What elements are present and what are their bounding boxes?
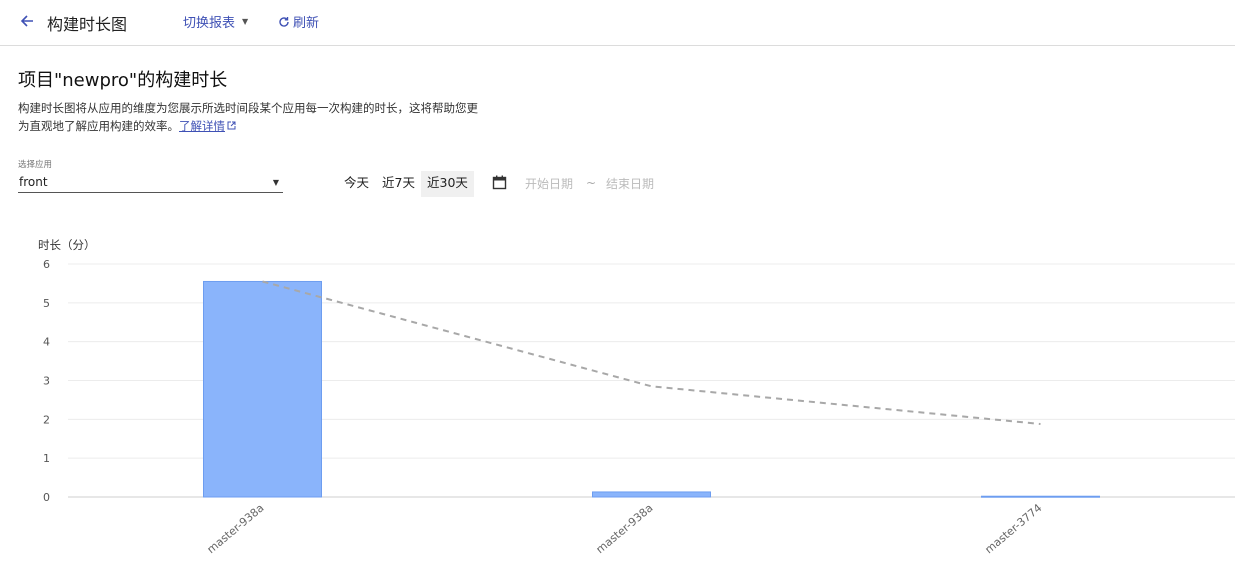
refresh-label: 刷新 bbox=[293, 16, 320, 31]
description-text: 构建时长图将从应用的维度为您展示所选时间段某个应用每一次构建的时长，这将帮助您更… bbox=[18, 101, 478, 133]
external-link-icon bbox=[227, 121, 236, 130]
start-date-input[interactable]: 开始日期 bbox=[525, 175, 573, 192]
bar bbox=[592, 491, 711, 498]
select-app-label: 选择应用 bbox=[18, 160, 53, 170]
caret-down-icon: ▼ bbox=[242, 17, 249, 26]
y-axis-label: 时长（分） bbox=[38, 238, 96, 252]
caret-down-icon: ▼ bbox=[272, 178, 279, 187]
end-date-input[interactable]: 结束日期 bbox=[606, 175, 654, 192]
description: 构建时长图将从应用的维度为您展示所选时间段某个应用每一次构建的时长，这将帮助您更… bbox=[18, 99, 488, 135]
refresh-button[interactable]: 刷新 bbox=[278, 12, 319, 31]
y-tick-label: 6 bbox=[43, 258, 50, 271]
range-7days-button[interactable]: 近7天 bbox=[376, 171, 421, 197]
y-tick-label: 4 bbox=[43, 336, 50, 349]
page-title: 项目"newpro"的构建时长 bbox=[18, 70, 228, 91]
back-arrow-icon[interactable] bbox=[18, 12, 36, 30]
switch-report-label: 切换报表 bbox=[183, 16, 236, 31]
x-tick-label: master-938a bbox=[205, 501, 267, 556]
app-select-value: front bbox=[19, 175, 48, 189]
refresh-icon bbox=[279, 16, 289, 27]
y-tick-label: 1 bbox=[43, 452, 50, 465]
y-tick-label: 3 bbox=[43, 375, 50, 388]
page-header-title: 构建时长图 bbox=[47, 15, 128, 34]
switch-report-dropdown[interactable]: 切换报表 ▼ bbox=[183, 12, 248, 31]
y-tick-label: 2 bbox=[43, 413, 50, 426]
bar bbox=[203, 280, 322, 498]
bar bbox=[981, 495, 1100, 498]
range-today-button[interactable]: 今天 bbox=[338, 171, 375, 197]
y-tick-label: 0 bbox=[43, 491, 50, 504]
app-select[interactable]: front ▼ bbox=[18, 174, 283, 193]
range-30days-button[interactable]: 近30天 bbox=[421, 171, 474, 197]
x-tick-label: master-938a bbox=[594, 501, 656, 556]
date-separator: ~ bbox=[586, 176, 597, 190]
x-tick-label: master-3774 bbox=[982, 501, 1044, 556]
y-tick-label: 5 bbox=[43, 297, 50, 310]
learn-more-link[interactable]: 了解详情 bbox=[179, 119, 236, 133]
build-duration-chart: 时长（分） 0 1 2 3 4 5 6 master-938a master-938a master… bbox=[38, 238, 1235, 556]
top-bar: 构建时长图 切换报表 ▼ 刷新 bbox=[0, 0, 1235, 46]
calendar-icon[interactable] bbox=[492, 175, 507, 190]
